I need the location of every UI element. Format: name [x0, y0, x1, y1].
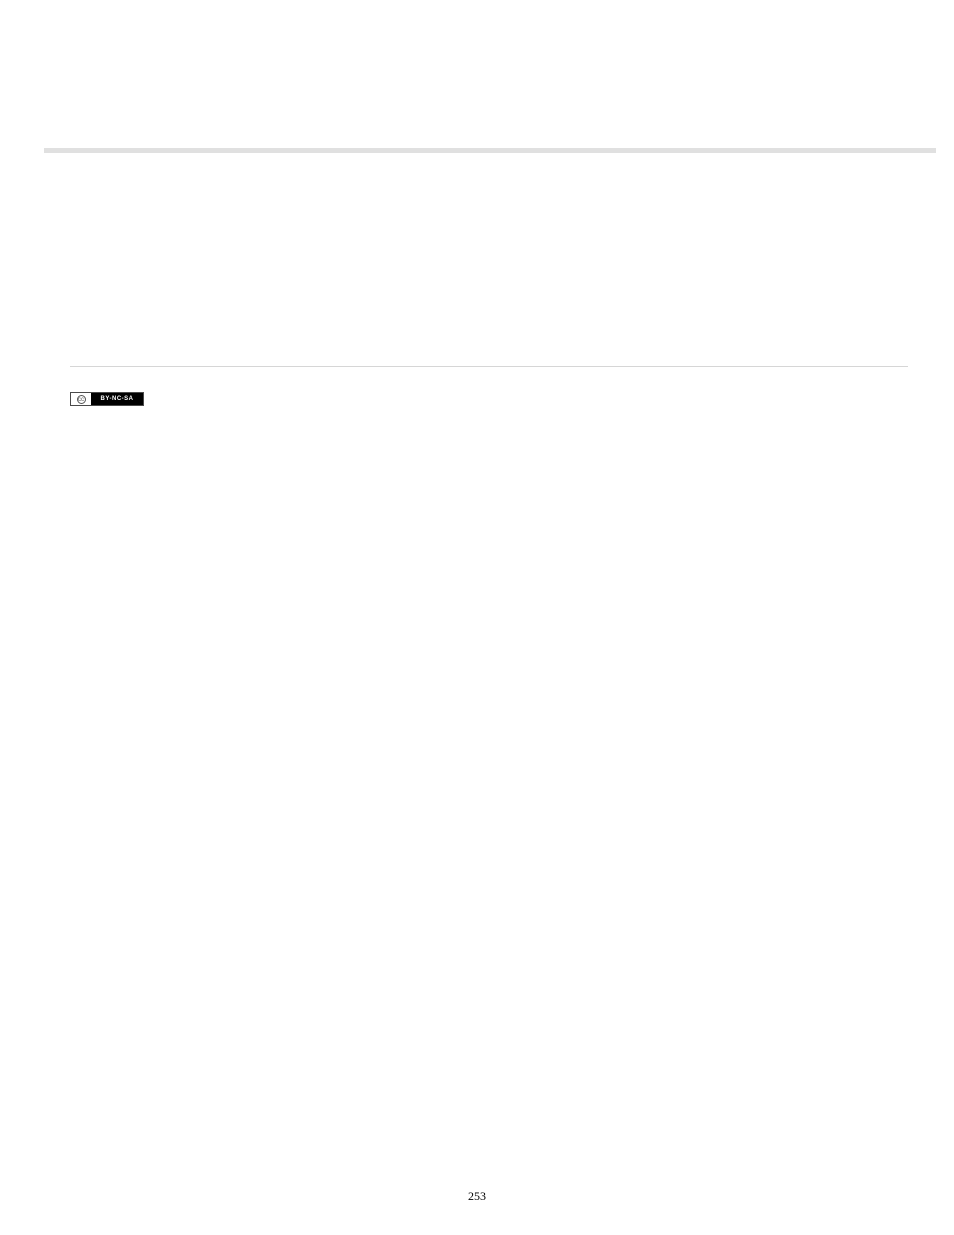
cc-logo-box: cc	[71, 393, 91, 405]
cc-logo-icon: cc	[77, 395, 86, 404]
header-rule	[44, 148, 936, 153]
section-divider	[70, 366, 908, 367]
cc-license-terms: BY-NC-SA	[91, 393, 143, 405]
cc-license-badge: cc BY-NC-SA	[70, 392, 144, 406]
page-number: 253	[0, 1189, 954, 1204]
